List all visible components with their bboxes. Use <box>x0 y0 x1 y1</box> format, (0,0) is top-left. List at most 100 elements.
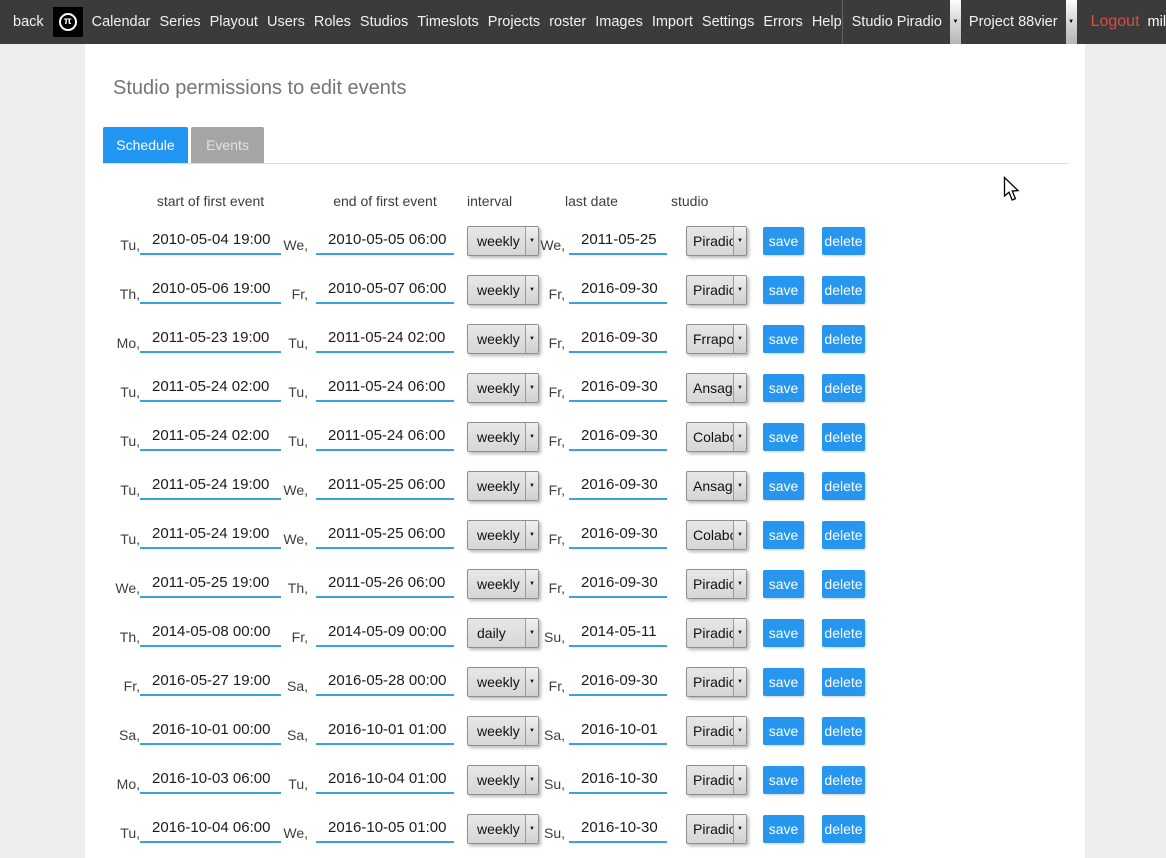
interval-select[interactable]: weekly ▼ <box>467 520 539 550</box>
nav-item-roster[interactable]: roster <box>549 14 586 30</box>
last-date-input[interactable] <box>569 374 667 402</box>
studio-select[interactable]: Colabo ▼ <box>686 422 747 452</box>
delete-button[interactable]: delete <box>822 668 865 696</box>
last-date-input[interactable] <box>569 570 667 598</box>
end-datetime-input[interactable] <box>316 472 454 500</box>
logout-link[interactable]: Logout <box>1091 13 1140 31</box>
last-date-input[interactable] <box>569 276 667 304</box>
interval-select[interactable]: weekly ▼ <box>467 275 539 305</box>
nav-item-settings[interactable]: Settings <box>702 14 754 30</box>
studio-select[interactable]: Piradio ▼ <box>686 618 747 648</box>
delete-button[interactable]: delete <box>822 766 865 794</box>
nav-item-calendar[interactable]: Calendar <box>92 14 151 30</box>
end-datetime-input[interactable] <box>316 374 454 402</box>
start-datetime-input[interactable] <box>140 619 281 647</box>
delete-button[interactable]: delete <box>822 570 865 598</box>
end-datetime-input[interactable] <box>316 815 454 843</box>
save-button[interactable]: save <box>763 766 804 794</box>
start-datetime-input[interactable] <box>140 472 281 500</box>
save-button[interactable]: save <box>763 276 804 304</box>
studio-select-value[interactable]: Studio Piradio <box>852 14 942 30</box>
last-date-input[interactable] <box>569 668 667 696</box>
last-date-input[interactable] <box>569 472 667 500</box>
interval-select[interactable]: weekly ▼ <box>467 471 539 501</box>
delete-button[interactable]: delete <box>822 276 865 304</box>
end-datetime-input[interactable] <box>316 766 454 794</box>
save-button[interactable]: save <box>763 472 804 500</box>
end-datetime-input[interactable] <box>316 668 454 696</box>
last-date-input[interactable] <box>569 815 667 843</box>
interval-select[interactable]: daily ▼ <box>467 618 539 648</box>
interval-select[interactable]: weekly ▼ <box>467 667 539 697</box>
last-date-input[interactable] <box>569 766 667 794</box>
end-datetime-input[interactable] <box>316 227 454 255</box>
nav-item-errors[interactable]: Errors <box>763 14 802 30</box>
delete-button[interactable]: delete <box>822 423 865 451</box>
back-button[interactable]: back <box>13 14 44 30</box>
nav-item-studios[interactable]: Studios <box>360 14 408 30</box>
end-datetime-input[interactable] <box>316 521 454 549</box>
start-datetime-input[interactable] <box>140 423 281 451</box>
piradio-logo-icon[interactable]: π <box>53 7 83 37</box>
end-datetime-input[interactable] <box>316 276 454 304</box>
studio-select[interactable]: Piradio ▼ <box>686 765 747 795</box>
studio-select[interactable]: Piradio ▼ <box>686 226 747 256</box>
save-button[interactable]: save <box>763 815 804 843</box>
save-button[interactable]: save <box>763 717 804 745</box>
interval-select[interactable]: weekly ▼ <box>467 765 539 795</box>
nav-item-timeslots[interactable]: Timeslots <box>417 14 479 30</box>
end-datetime-input[interactable] <box>316 717 454 745</box>
delete-button[interactable]: delete <box>822 521 865 549</box>
interval-select[interactable]: weekly ▼ <box>467 422 539 452</box>
interval-select[interactable]: weekly ▼ <box>467 226 539 256</box>
start-datetime-input[interactable] <box>140 815 281 843</box>
save-button[interactable]: save <box>763 325 804 353</box>
studio-select[interactable]: Ansage ▼ <box>686 373 747 403</box>
interval-select[interactable]: weekly ▼ <box>467 324 539 354</box>
last-date-input[interactable] <box>569 521 667 549</box>
delete-button[interactable]: delete <box>822 619 865 647</box>
last-date-input[interactable] <box>569 619 667 647</box>
delete-button[interactable]: delete <box>822 815 865 843</box>
save-button[interactable]: save <box>763 619 804 647</box>
last-date-input[interactable] <box>569 227 667 255</box>
last-date-input[interactable] <box>569 325 667 353</box>
tab-events[interactable]: Events <box>191 127 264 163</box>
delete-button[interactable]: delete <box>822 374 865 402</box>
nav-item-import[interactable]: Import <box>652 14 693 30</box>
save-button[interactable]: save <box>763 521 804 549</box>
studio-select[interactable]: Piradio ▼ <box>686 716 747 746</box>
delete-button[interactable]: delete <box>822 227 865 255</box>
save-button[interactable]: save <box>763 668 804 696</box>
studio-select[interactable]: Piradio ▼ <box>686 569 747 599</box>
nav-item-help[interactable]: Help <box>812 14 842 30</box>
nav-item-playout[interactable]: Playout <box>210 14 258 30</box>
studio-select[interactable]: Ansage ▼ <box>686 471 747 501</box>
end-datetime-input[interactable] <box>316 423 454 451</box>
start-datetime-input[interactable] <box>140 374 281 402</box>
delete-button[interactable]: delete <box>822 325 865 353</box>
nav-item-images[interactable]: Images <box>595 14 643 30</box>
interval-select[interactable]: weekly ▼ <box>467 569 539 599</box>
start-datetime-input[interactable] <box>140 717 281 745</box>
interval-select[interactable]: weekly ▼ <box>467 814 539 844</box>
interval-select[interactable]: weekly ▼ <box>467 373 539 403</box>
studio-select[interactable]: Piradio ▼ <box>686 814 747 844</box>
save-button[interactable]: save <box>763 570 804 598</box>
end-datetime-input[interactable] <box>316 570 454 598</box>
tab-schedule[interactable]: Schedule <box>103 127 188 163</box>
nav-item-roles[interactable]: Roles <box>314 14 351 30</box>
studio-select[interactable]: Piradio ▼ <box>686 275 747 305</box>
studio-select[interactable]: Frrapo ▼ <box>686 324 747 354</box>
end-datetime-input[interactable] <box>316 619 454 647</box>
start-datetime-input[interactable] <box>140 570 281 598</box>
save-button[interactable]: save <box>763 423 804 451</box>
nav-item-projects[interactable]: Projects <box>488 14 540 30</box>
start-datetime-input[interactable] <box>140 325 281 353</box>
last-date-input[interactable] <box>569 717 667 745</box>
start-datetime-input[interactable] <box>140 668 281 696</box>
studio-select-dropdown[interactable]: ▼ <box>950 0 961 44</box>
delete-button[interactable]: delete <box>822 472 865 500</box>
nav-item-series[interactable]: Series <box>159 14 200 30</box>
last-date-input[interactable] <box>569 423 667 451</box>
